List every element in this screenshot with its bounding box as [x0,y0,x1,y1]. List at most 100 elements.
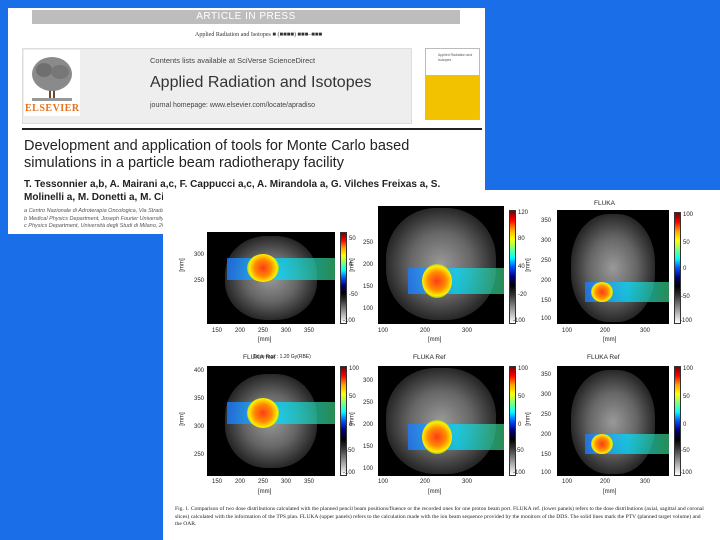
cbar-tick: -100 [680,318,693,324]
cbar-tick: -100 [343,470,356,476]
ct-panel-axial-ref [207,366,335,476]
article-in-press-bar: ARTICLE IN PRESS [32,10,460,24]
y-tick: 200 [363,422,374,428]
y-tick: 100 [541,470,552,476]
y-tick: 250 [363,400,374,406]
y-axis-label: [mm] [349,258,356,272]
cbar-tick: -100 [513,470,526,476]
y-tick: 350 [194,396,205,402]
x-tick: 100 [562,479,573,485]
ct-panel-coronal-fluka [557,210,669,324]
journal-reference: Applied Radiation and Isotopes ■ (■■■■) … [195,32,323,38]
x-tick: 150 [212,328,223,334]
cbar-tick: 120 [518,210,529,216]
cbar-tick: 50 [349,236,356,242]
panel-title-fluka-ref-3: FLUKA Ref [587,354,620,361]
cbar-tick: 0 [518,422,522,428]
x-tick: 250 [258,328,269,334]
x-tick: 100 [378,479,389,485]
cbar-tick: 100 [683,366,694,372]
x-tick: 200 [600,328,611,334]
cbar-tick: -100 [343,318,356,324]
y-tick: 150 [363,444,374,450]
ct-panel-sagittal-ref [378,366,504,476]
ct-panel-coronal-ref [557,366,669,476]
y-tick: 350 [541,218,552,224]
article-title: Development and application of tools for… [24,138,410,171]
x-tick: 300 [281,479,292,485]
x-axis-label: [mm] [603,489,617,495]
y-axis-label: [mm] [525,258,532,272]
cbar-tick: -20 [518,292,527,298]
journal-title: Applied Radiation and Isotopes [150,74,372,91]
y-tick: 300 [194,424,205,430]
figure-caption: Fig. 1. Comparison of two dose distribut… [175,506,704,527]
cbar-tick: 0 [683,266,687,272]
cbar-tick: -100 [513,318,526,324]
x-tick: 200 [600,479,611,485]
cbar-tick: 50 [683,240,690,246]
x-tick: 200 [420,479,431,485]
cbar-tick: -100 [680,470,693,476]
y-tick: 250 [541,412,552,418]
panel-title-fluka: FLUKA [594,200,615,207]
y-tick: 150 [541,452,552,458]
x-tick: 200 [420,328,431,334]
x-tick: 200 [235,328,246,334]
ct-panel-axial-fluka [207,232,335,324]
journal-cover-text: Applied Radiation and Isotopes [438,53,473,62]
contents-line: Contents lists available at SciVerse Sci… [150,56,316,65]
y-tick: 100 [363,306,374,312]
y-axis-label: [mm] [179,258,186,272]
x-tick: 100 [562,328,573,334]
cbar-tick: 50 [349,394,356,400]
colorbar-5 [509,366,516,476]
x-tick: 350 [304,479,315,485]
cbar-tick: 100 [518,366,529,372]
y-tick: 300 [363,378,374,384]
colorbar-2 [509,210,516,324]
panel-title-fluka-ref-2: FLUKA Ref [413,354,446,361]
panel-title-fluka-ref-1: FLUKA Ref [243,354,276,361]
journal-homepage: journal homepage: www.elsevier.com/locat… [150,102,315,109]
x-tick: 300 [640,479,651,485]
x-tick: 300 [462,328,473,334]
x-axis-label: [mm] [428,337,442,343]
cbar-tick: -50 [681,448,690,454]
cbar-tick: -50 [346,448,355,454]
y-tick: 300 [541,238,552,244]
y-tick: 250 [194,452,205,458]
x-tick: 300 [462,479,473,485]
x-axis-label: [mm] [258,489,272,495]
cbar-tick: -50 [349,292,358,298]
x-tick: 150 [212,479,223,485]
colorbar-4 [340,366,347,476]
x-tick: 250 [258,479,269,485]
x-axis-label: [mm] [258,337,272,343]
y-tick: 400 [194,368,205,374]
y-tick: 150 [363,284,374,290]
x-tick: 300 [640,328,651,334]
x-axis-label: [mm] [428,489,442,495]
cbar-tick: 100 [349,366,360,372]
cbar-tick: 0 [683,422,687,428]
cbar-tick: 50 [683,394,690,400]
y-tick: 250 [363,240,374,246]
cbar-tick: 40 [518,264,525,270]
x-tick: 300 [281,328,292,334]
y-tick: 250 [541,258,552,264]
y-tick: 250 [194,278,205,284]
y-tick: 200 [363,262,374,268]
y-tick: 300 [194,252,205,258]
cbar-tick: 50 [518,394,525,400]
y-tick: 100 [541,316,552,322]
y-tick: 100 [363,466,374,472]
cbar-tick: -50 [515,448,524,454]
y-axis-label: [mm] [349,412,356,426]
y-tick: 300 [541,392,552,398]
y-tick: 150 [541,298,552,304]
y-tick: 200 [541,278,552,284]
colorbar-1 [340,232,347,324]
cbar-tick: -50 [681,294,690,300]
x-tick: 200 [235,479,246,485]
